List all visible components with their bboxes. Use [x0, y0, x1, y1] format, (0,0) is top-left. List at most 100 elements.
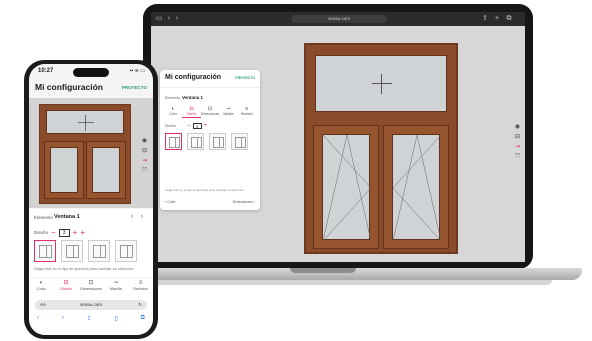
share-icon[interactable]: ⇪ [481, 15, 489, 23]
opening-option-4[interactable] [231, 133, 248, 150]
opening-lines-left [322, 134, 372, 242]
phone-url-text: venau.com [79, 302, 102, 307]
inside-view-icon[interactable]: ⊟ [514, 134, 521, 141]
phone-opening-option-1[interactable] [34, 240, 56, 262]
phone-page-title: Mi configuración [35, 82, 103, 92]
panel-footer: ‹ Color Dimensiones › [165, 200, 255, 204]
phone-selector-value[interactable]: Ventana 1 [54, 214, 80, 220]
design-count-input[interactable]: 3 [192, 123, 202, 129]
phone-tab-design[interactable]: ⊟ Diseño [54, 278, 79, 297]
tab-color[interactable]: ◐ Color [164, 106, 182, 118]
phone-left-sash [44, 141, 84, 199]
decrement-button[interactable]: − [187, 123, 191, 129]
phone-transom-glass [46, 110, 124, 134]
phone-increment-button[interactable]: + [73, 229, 78, 237]
next-step-link[interactable]: Dimensiones › [233, 200, 255, 204]
prev-element-icon[interactable]: ‹ [131, 214, 133, 220]
status-icons: ▪▪ ≋ ▭ [129, 68, 145, 74]
phone-view-tools: ◉ ⊟ ⇥ ⤧ [141, 138, 148, 175]
tab-design[interactable]: ⊟ Diseño [182, 106, 201, 118]
tab-review[interactable]: ≡ Revisión [238, 106, 256, 118]
phone-window-frame [39, 104, 131, 204]
phone-opening-option-3[interactable] [88, 240, 110, 262]
phone-window-preview: ◉ ⊟ ⇥ ⤧ [29, 98, 153, 208]
address-bar[interactable]: venau.com [291, 15, 387, 23]
panel-tabs: ◐ Color ⊟ Diseño ⊡ Dimensiones ⊸ Manilla ≡ Re… [164, 106, 256, 118]
circle-view-icon[interactable]: ◉ [514, 124, 521, 131]
opening-option-2[interactable] [187, 133, 204, 150]
opening-option-1[interactable] [165, 133, 182, 150]
bookmarks-icon[interactable]: ▯ [115, 315, 118, 322]
exit-view-icon[interactable]: ⇥ [514, 144, 521, 151]
share-icon[interactable]: ⇪ [87, 315, 92, 322]
safari-nav-bar: ‹ › ⇪ ▯ ⧉ [37, 315, 145, 322]
element-selector-value[interactable]: Ventana 1 [182, 95, 203, 100]
design-label: Diseño [165, 124, 176, 128]
opening-option-3[interactable] [209, 133, 226, 150]
left-sash [313, 125, 379, 249]
laptop-notch [290, 268, 356, 273]
phone-tab-handle[interactable]: ⊸ Manilla [103, 278, 128, 297]
phone-design-stepper: − 3 + + [51, 229, 85, 237]
dynamic-island [73, 68, 109, 77]
window-preview [304, 43, 458, 254]
phone-crosshair-icon [78, 115, 94, 131]
element-selector-label: Elemento [165, 96, 180, 100]
phone-color-icon: ◐ [39, 280, 44, 286]
back-icon[interactable]: ‹ [37, 315, 39, 322]
tab-handle[interactable]: ⊸ Manilla [219, 106, 237, 118]
right-sash [383, 125, 449, 249]
sidebar-icon[interactable]: ▭ [155, 15, 163, 23]
tabs-icon[interactable]: ⧉ [141, 315, 145, 322]
phone-config-card: Elemento Ventana 1 ‹ › Diseño − 3 + + Ha… [29, 209, 153, 335]
phone-tab-color[interactable]: ◐ Color [29, 278, 54, 297]
phone-selector-label: Elemento [34, 215, 54, 220]
phone-design-count-input[interactable]: 3 [58, 229, 70, 237]
help-text: Haga click en el tipo de apertura para c… [165, 188, 244, 192]
prev-step-link[interactable]: ‹ Color [165, 200, 176, 204]
phone-tab-review[interactable]: ≡ Revisión [128, 278, 153, 297]
page-title: Mi configuración [165, 74, 221, 81]
reader-mode-button[interactable]: AA [40, 300, 46, 310]
phone-help-text: Haga click en el tipo de apertura para c… [34, 267, 135, 271]
phone-inside-view-icon[interactable]: ⊟ [141, 148, 148, 155]
phone-tab-dimensions[interactable]: ⊡ Dimensiones [79, 278, 104, 297]
config-panel: Mi configuración PROYECTO Elemento Venta… [160, 70, 260, 210]
phone-address-bar[interactable]: AA venau.com ↻ [35, 300, 147, 310]
phone-design-icon: ⊟ [63, 280, 69, 286]
tabs-icon[interactable]: ⧉ [505, 15, 513, 23]
panel-header: Mi configuración PROYECTO [160, 70, 260, 88]
phone-right-sash [86, 141, 126, 199]
new-tab-icon[interactable]: + [493, 15, 501, 23]
phone-circle-view-icon[interactable]: ◉ [141, 138, 148, 145]
laptop-shadow [152, 280, 552, 285]
view-tools: ◉ ⊟ ⇥ ⤧ [514, 124, 521, 161]
transom-glass [315, 55, 447, 112]
phone-screen: 10:27 ▪▪ ≋ ▭ Mi configuración PROYECTO ◉… [29, 64, 153, 335]
phone-tab-bar: ◐ Color ⊟ Diseño ⊡ Dimensiones ⊸ Manilla ≡ Re… [29, 277, 153, 297]
phone-handle-icon: ⊸ [113, 280, 119, 286]
phone-opening-option-2[interactable] [61, 240, 83, 262]
fullscreen-icon[interactable]: ⤧ [514, 154, 521, 161]
phone-exit-view-icon[interactable]: ⇥ [141, 158, 148, 165]
phone-fullscreen-icon[interactable]: ⤧ [141, 168, 148, 175]
phone-decrement-button[interactable]: − [51, 229, 56, 237]
status-time: 10:27 [38, 68, 54, 74]
phone-add-button[interactable]: + [80, 229, 85, 237]
back-icon[interactable]: ‹ [165, 15, 173, 23]
browser-toolbar: ▭ ‹ › venau.com ⇪ + ⧉ [151, 12, 525, 26]
reload-icon[interactable]: ↻ [138, 300, 142, 310]
next-element-icon[interactable]: › [141, 214, 143, 220]
project-button[interactable]: PROYECTO [235, 76, 255, 80]
phone-dimensions-icon: ⊡ [88, 280, 94, 286]
phone-design-label: Diseño [34, 230, 49, 235]
phone-opening-options [34, 240, 137, 262]
tab-dimensions[interactable]: ⊡ Dimensiones [201, 106, 219, 118]
phone-opening-option-4[interactable] [115, 240, 137, 262]
forward-icon[interactable]: › [62, 315, 64, 322]
opening-type-options [165, 133, 248, 150]
forward-icon[interactable]: › [173, 15, 181, 23]
increment-button[interactable]: + [204, 123, 208, 129]
phone-project-button[interactable]: PROYECTO [122, 85, 147, 90]
left-glass [322, 134, 372, 242]
